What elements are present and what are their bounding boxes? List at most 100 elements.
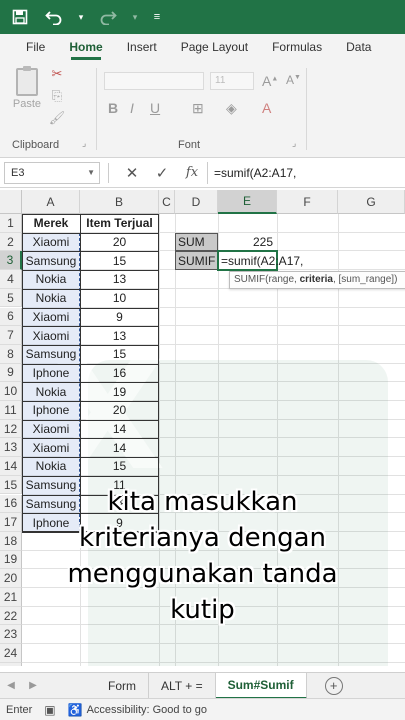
table-cell[interactable]: 15 (80, 457, 159, 476)
table-cell[interactable]: 14 (80, 438, 159, 457)
font-size-select[interactable]: 11 (210, 72, 254, 90)
customize-icon[interactable]: ≡ (150, 5, 164, 29)
row-header-15[interactable]: 15 (0, 475, 22, 495)
row-header-17[interactable]: 17 (0, 513, 22, 532)
row-header-18[interactable]: 18 (0, 531, 22, 551)
next-sheet-icon[interactable]: ▶ (22, 680, 44, 691)
row-header-21[interactable]: 21 (0, 588, 22, 607)
italic-button[interactable]: I (130, 100, 134, 116)
table-cell[interactable]: Xiaomi (22, 326, 80, 345)
table-cell[interactable]: 13 (80, 326, 159, 345)
prev-sheet-icon[interactable]: ◀ (0, 680, 22, 691)
row-header-20[interactable]: 20 (0, 569, 22, 588)
row-header-23[interactable]: 23 (0, 625, 22, 645)
fill-color-icon[interactable]: ◈ (226, 100, 237, 117)
table-header-cell[interactable]: Merek (22, 214, 80, 233)
table-cell[interactable]: 9 (80, 513, 159, 532)
name-box[interactable]: E3 ▼ (4, 161, 100, 184)
table-cell[interactable]: Samsung (22, 345, 80, 364)
row-header-11[interactable]: 11 (0, 401, 22, 420)
table-cell[interactable]: Nokia (22, 270, 80, 289)
table-cell[interactable]: Xiaomi (22, 308, 80, 327)
column-header-b[interactable]: B (80, 190, 159, 214)
column-header-a[interactable]: A (22, 190, 80, 214)
sheet-tab[interactable]: Sum#Sumif (215, 672, 307, 699)
table-cell[interactable]: 10 (80, 289, 159, 308)
sumif-label[interactable]: SUMIF (175, 251, 215, 270)
table-cell[interactable]: Iphone (22, 513, 80, 532)
tab-insert[interactable]: Insert (115, 40, 169, 60)
table-cell[interactable]: 14 (80, 420, 159, 439)
column-header-d[interactable]: D (175, 190, 218, 214)
row-header-10[interactable]: 10 (0, 382, 22, 401)
row-header-8[interactable]: 8 (0, 344, 22, 364)
table-cell[interactable]: Iphone (22, 364, 80, 383)
redo-icon[interactable] (96, 5, 120, 29)
column-header-f[interactable]: F (277, 190, 338, 214)
save-icon[interactable] (8, 5, 32, 29)
table-cell[interactable]: Xiaomi (22, 438, 80, 457)
row-header-5[interactable]: 5 (0, 288, 22, 308)
table-cell[interactable]: 19 (80, 382, 159, 401)
tab-home[interactable]: Home (57, 40, 114, 60)
tab-formulas[interactable]: Formulas (260, 40, 334, 60)
row-header-7[interactable]: 7 (0, 326, 22, 345)
sum-value[interactable]: 225 (218, 233, 277, 252)
font-launcher-icon[interactable]: ⌟ (292, 138, 296, 149)
clipboard-launcher-icon[interactable]: ⌟ (82, 138, 86, 149)
row-header-19[interactable]: 19 (0, 550, 22, 570)
tab-data[interactable]: Data (334, 40, 383, 60)
row-header-1[interactable]: 1 (0, 214, 22, 233)
table-cell[interactable]: 20 (80, 233, 159, 252)
accessibility-icon[interactable]: ♿ (68, 703, 83, 717)
format-painter-icon[interactable]: 🖌 (48, 110, 66, 126)
cut-icon[interactable]: ✂ (48, 66, 66, 82)
decrease-font-icon[interactable]: A▼ (286, 73, 301, 87)
sheet-tab[interactable]: ALT + = (149, 672, 216, 699)
row-header-3[interactable]: 3 (0, 251, 22, 271)
sheet-tab[interactable]: Form (96, 672, 149, 699)
table-cell[interactable]: Samsung (22, 476, 80, 495)
column-header-g[interactable]: G (338, 190, 405, 214)
row-header-13[interactable]: 13 (0, 438, 22, 458)
row-header-4[interactable]: 4 (0, 270, 22, 289)
row-header-9[interactable]: 9 (0, 363, 22, 383)
sum-label[interactable]: SUM (175, 233, 205, 252)
accessibility-status[interactable]: Accessibility: Good to go (87, 704, 207, 716)
table-cell[interactable]: 16 (80, 364, 159, 383)
row-header-24[interactable]: 24 (0, 644, 22, 663)
select-all-corner[interactable] (0, 190, 22, 214)
table-cell[interactable]: 15 (80, 345, 159, 364)
tab-file[interactable]: File (14, 40, 57, 60)
row-header-22[interactable]: 22 (0, 606, 22, 626)
table-cell[interactable]: Iphone (22, 401, 80, 420)
redo-dropdown-icon[interactable]: ▾ (130, 5, 140, 29)
font-name-select[interactable] (104, 72, 204, 90)
table-cell[interactable]: 11 (80, 476, 159, 495)
table-cell[interactable]: Samsung (22, 251, 80, 270)
row-header-16[interactable]: 16 (0, 494, 22, 514)
undo-icon[interactable] (42, 5, 66, 29)
formula-input[interactable]: =sumif(A2:A17, (207, 161, 405, 184)
copy-icon[interactable]: ⎘ (48, 88, 66, 104)
paste-button[interactable]: Paste (10, 66, 44, 118)
table-cell[interactable]: Nokia (22, 382, 80, 401)
row-header-14[interactable]: 14 (0, 457, 22, 476)
worksheet-grid[interactable]: A B C D E F G 1 2 3 4 5 6 7 8 9 10 11 12 13 14 15 16 17 18 19 20 21… (0, 190, 405, 666)
table-cell[interactable]: 13 (80, 270, 159, 289)
undo-dropdown-icon[interactable]: ▾ (76, 5, 86, 29)
macro-record-icon[interactable]: ▣ (44, 703, 55, 717)
table-cell[interactable]: Xiaomi (22, 233, 80, 252)
table-cell[interactable]: 20 (80, 401, 159, 420)
underline-button[interactable]: U (150, 100, 160, 116)
table-cell[interactable]: 18 (80, 495, 159, 514)
table-cell[interactable]: 9 (80, 308, 159, 327)
sumif-formula-editor[interactable]: =sumif(A2:A17, (218, 251, 303, 270)
row-header-6[interactable]: 6 (0, 307, 22, 327)
table-cell[interactable]: Samsung (22, 495, 80, 514)
table-cell[interactable]: Nokia (22, 457, 80, 476)
row-header-25[interactable]: 25 (0, 662, 22, 666)
font-color-icon[interactable]: A (262, 100, 271, 116)
bold-button[interactable]: B (108, 100, 118, 116)
row-header-2[interactable]: 2 (0, 232, 22, 252)
